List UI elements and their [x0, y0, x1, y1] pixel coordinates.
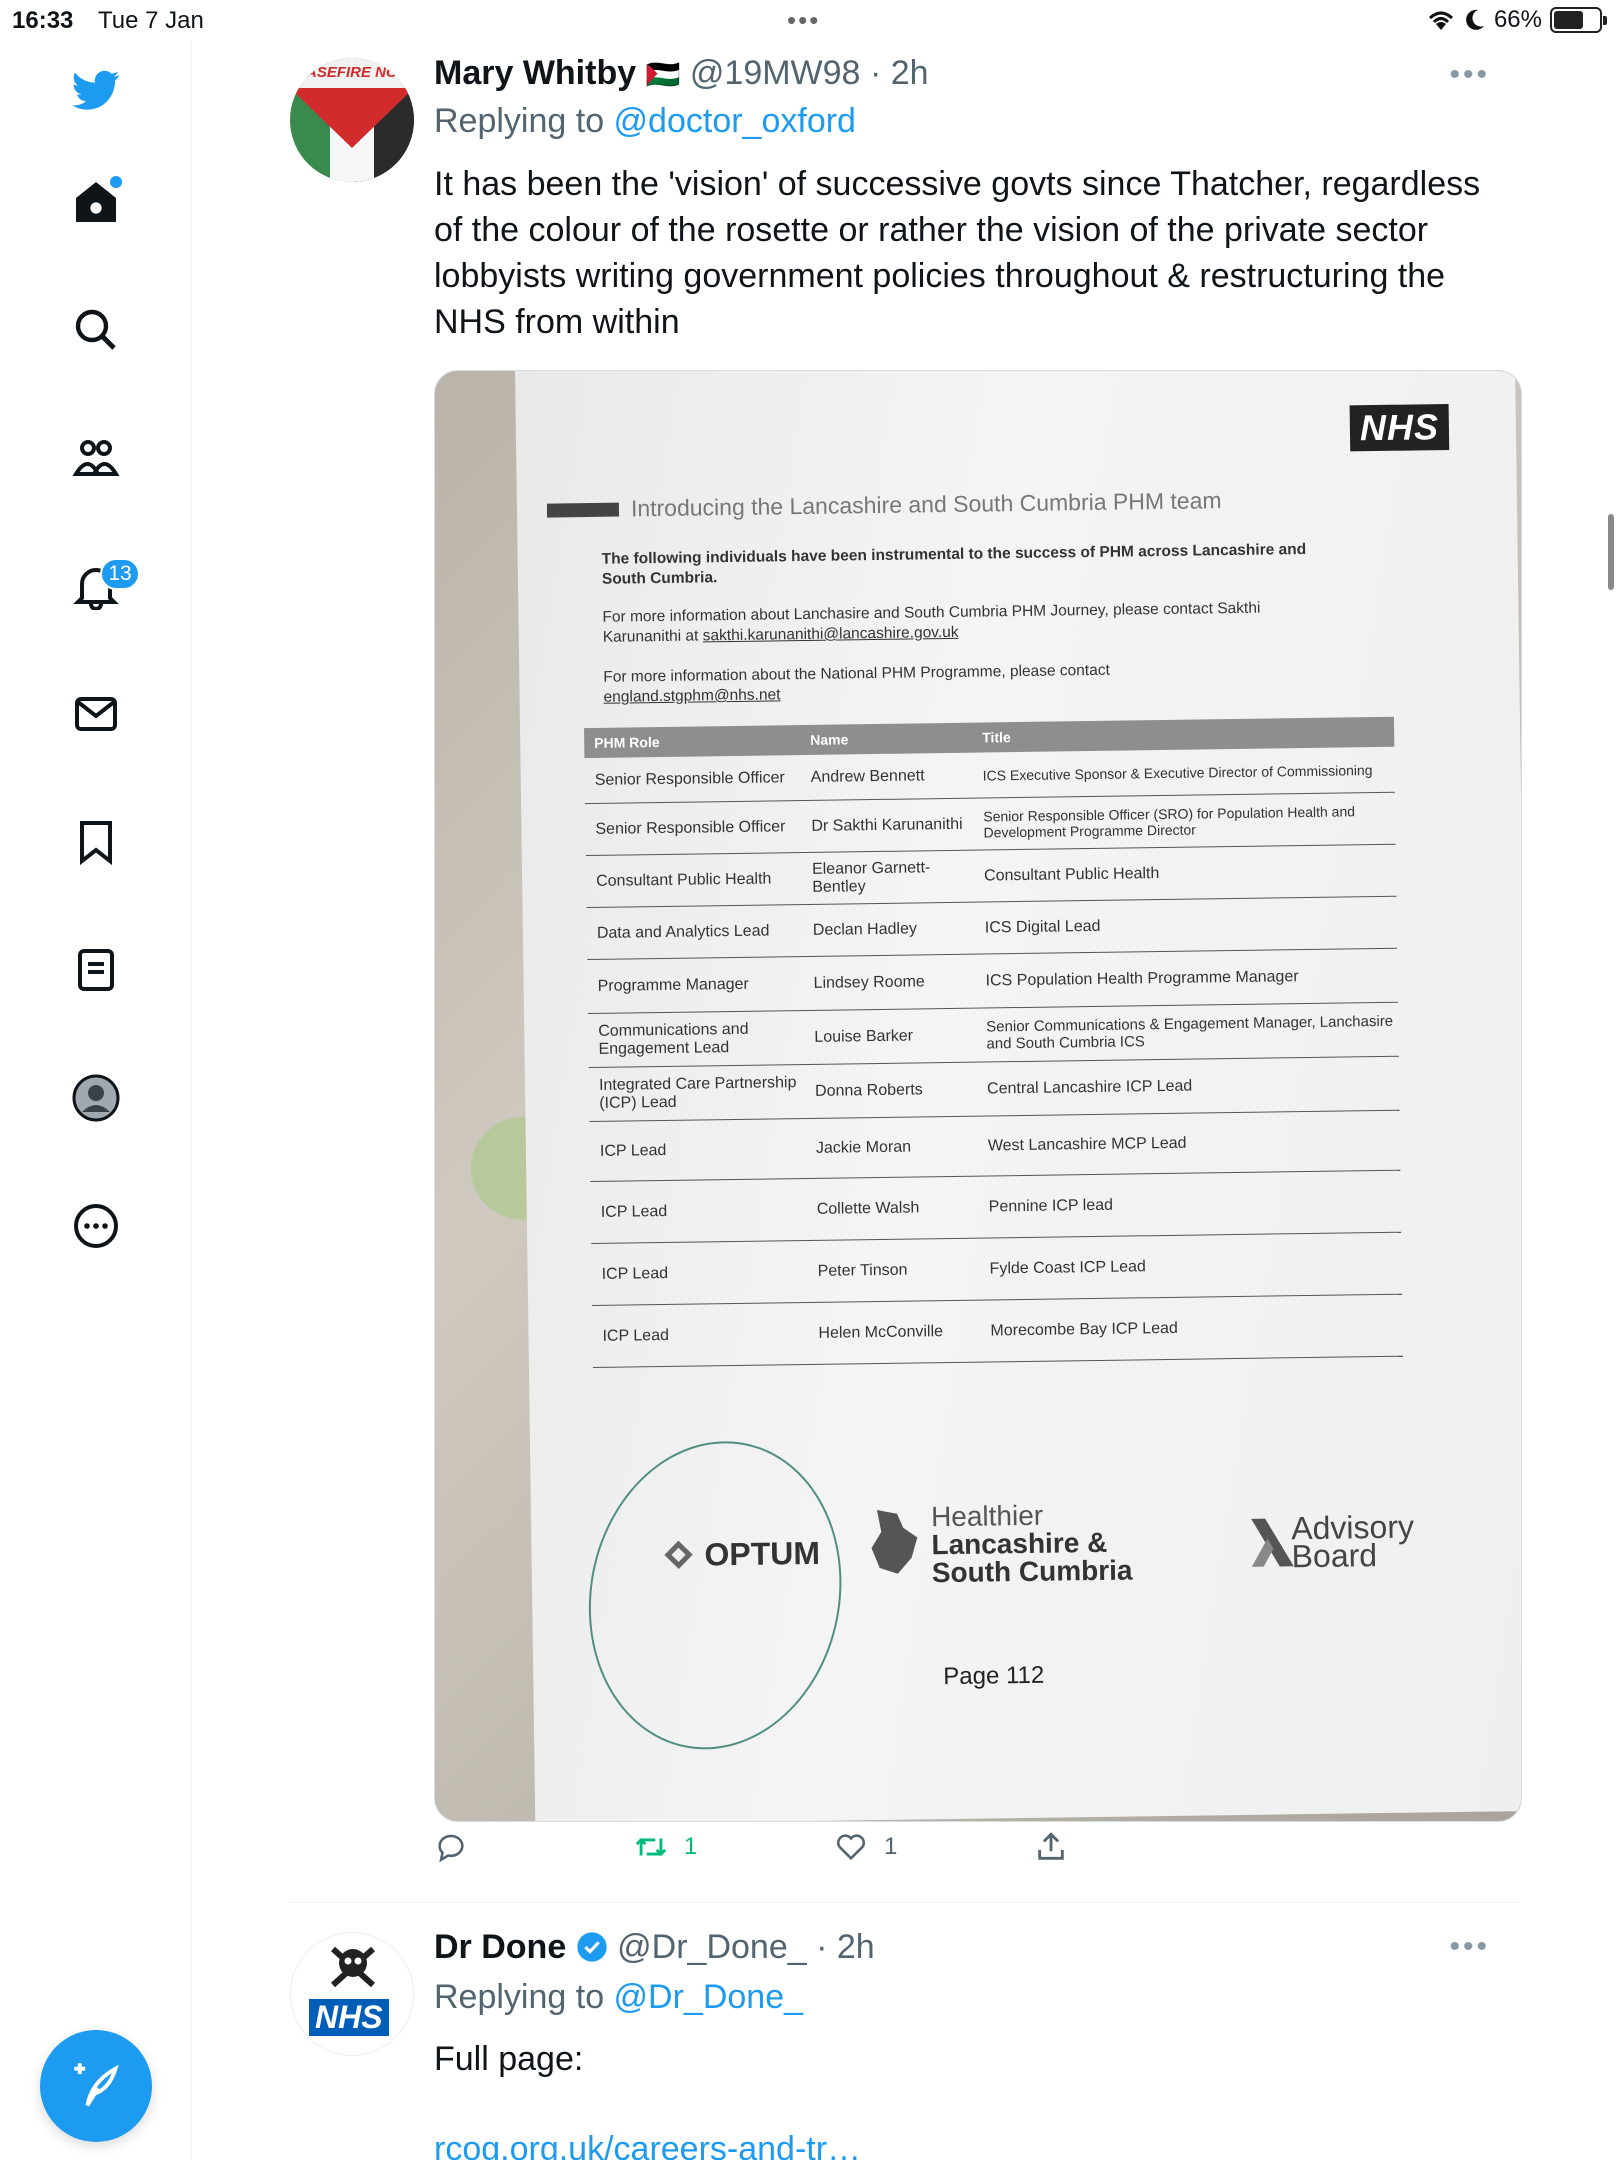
document-logos: OPTUM Healthier Lancashire & South Cumbr… — [531, 1418, 1521, 1772]
retweet-button[interactable]: 1 — [634, 1830, 697, 1864]
nav-messages[interactable] — [54, 672, 138, 756]
optum-logo: OPTUM — [661, 1535, 820, 1574]
tweet-link[interactable]: rcog.org.uk/careers-and-tr… — [434, 2126, 1504, 2160]
column-header-name: Name — [810, 731, 849, 748]
nhs-logo: NHS — [1349, 403, 1450, 452]
replying-to-link[interactable]: @doctor_oxford — [614, 102, 856, 140]
home-unread-dot — [110, 176, 122, 188]
compose-tweet-button[interactable] — [40, 2030, 152, 2142]
share-icon — [1038, 1832, 1064, 1860]
reply-icon — [438, 1834, 464, 1863]
document-heading: Introducing the Lancashire and South Cum… — [546, 487, 1222, 523]
table-row: ICP Lead Peter Tinson Fylde Coast ICP Lead — [591, 1232, 1403, 1307]
tweet-time[interactable]: · 2h — [816, 1928, 875, 1966]
table-row: ICP Lead Collette Walsh Pennine ICP lead — [590, 1170, 1402, 1245]
list-icon — [78, 949, 114, 991]
battery-level — [1554, 11, 1584, 29]
tweet-text: Full page: — [434, 2040, 584, 2078]
author-handle[interactable]: @Dr_Done_ — [617, 1928, 807, 1966]
nav-home[interactable] — [54, 160, 138, 244]
status-right: 66% — [1426, 6, 1607, 34]
avatar[interactable]: NHS — [290, 1932, 414, 2056]
nav-explore[interactable] — [54, 288, 138, 372]
column-header-role: PHM Role — [594, 734, 660, 751]
like-count: 1 — [884, 1833, 898, 1860]
avatar-banner-text: ASEFIRE NC — [306, 64, 397, 81]
reply-button[interactable] — [434, 1830, 468, 1864]
moon-icon — [1466, 9, 1484, 30]
column-header-title: Title — [982, 729, 1011, 746]
status-bar: 16:33 Tue 7 Jan ••• 66% — [0, 0, 1620, 40]
tweet-text: It has been the 'vision' of successive g… — [434, 165, 1481, 341]
document-heading-text: Introducing the Lancashire and South Cum… — [630, 487, 1222, 522]
tweet-header: Mary Whitby 🇵🇸 @19MW98 · 2h — [434, 54, 929, 93]
skull-crossbones-icon — [330, 1946, 376, 1988]
table-row: ICP Lead Jackie Moran West Lancashire MCP … — [589, 1110, 1401, 1183]
avatar[interactable]: ASEFIRE NC — [290, 58, 414, 182]
compose-feather-icon — [74, 2063, 119, 2107]
battery-icon — [1550, 7, 1607, 33]
wifi-icon — [1428, 11, 1453, 30]
retweet-icon — [635, 1837, 667, 1857]
notifications-badge: 13 — [100, 558, 140, 590]
mail-icon — [75, 697, 117, 731]
twitter-logo-icon[interactable] — [54, 48, 138, 132]
status-time: 16:33 — [12, 7, 74, 34]
nav-profile[interactable] — [54, 1056, 138, 1140]
share-button[interactable] — [1034, 1830, 1068, 1864]
green-pen-circle — [562, 1418, 868, 1772]
more-options-icon[interactable]: ••• — [1449, 58, 1490, 92]
tweet-header: Dr Done @Dr_Done_ · 2h — [434, 1928, 875, 1967]
nav-communities[interactable] — [54, 416, 138, 500]
document-page: NHS Introducing the Lancashire and South… — [515, 371, 1521, 1821]
search-icon — [75, 309, 116, 350]
scrollbar[interactable] — [1608, 514, 1614, 590]
communities-icon — [72, 440, 120, 476]
replying-prefix: Replying to — [434, 102, 614, 140]
tweet-actions: 1 1 — [434, 1830, 1334, 1880]
profile-avatar-icon — [72, 1074, 120, 1122]
document-para-2: For more information about Lanchasire an… — [602, 599, 1261, 646]
like-button[interactable]: 1 — [834, 1830, 897, 1864]
replying-prefix: Replying to — [434, 1978, 614, 2016]
table-row: ICP Lead Helen McConville Morecombe Bay IC… — [592, 1294, 1403, 1369]
replying-to: Replying to @Dr_Done_ — [434, 1978, 803, 2017]
battery-percent: 66% — [1493, 6, 1542, 33]
document-para-1: The following individuals have been inst… — [601, 540, 1307, 588]
tweet-divider — [290, 1902, 1520, 1903]
tweet-time[interactable]: · 2h — [870, 54, 929, 92]
replying-to-link[interactable]: @Dr_Done_ — [614, 1978, 804, 2016]
author-name[interactable]: Dr Done — [434, 1928, 566, 1966]
author-name[interactable]: Mary Whitby — [434, 54, 636, 92]
nav-bookmarks[interactable] — [54, 800, 138, 884]
nav-lists[interactable] — [54, 928, 138, 1012]
advisory-board-logo: Advisory Board — [1251, 1509, 1414, 1574]
document-para-3: For more information about the National … — [603, 661, 1110, 706]
tweet-photo[interactable]: NHS Introducing the Lancashire and South… — [434, 370, 1522, 1822]
phm-team-table: PHM Role Name Title Senior Responsible O… — [584, 716, 1403, 1369]
nav-notifications[interactable]: 13 — [54, 544, 140, 628]
more-circle-icon — [74, 1204, 118, 1248]
twitter-ipad-screen: 16:33 Tue 7 Jan ••• 66% 13 ASEFIRE NC Ma… — [0, 0, 1620, 2160]
avatar-nhs-logo: NHS — [309, 1999, 389, 2036]
sidebar: 13 — [0, 40, 192, 2160]
author-handle[interactable]: @19MW98 — [690, 54, 861, 92]
healthier-lsc-logo: Healthier Lancashire & South Cumbria — [871, 1500, 1133, 1588]
replying-to: Replying to @doctor_oxford — [434, 102, 856, 141]
nav-more[interactable] — [54, 1184, 138, 1268]
verified-badge-icon — [577, 1932, 607, 1962]
retweet-count: 1 — [684, 1833, 698, 1860]
bookmark-icon — [80, 821, 112, 866]
status-date: Tue 7 Jan — [98, 7, 204, 34]
flag-emoji: 🇵🇸 — [645, 59, 681, 90]
more-options-icon[interactable]: ••• — [1449, 1930, 1490, 1964]
heart-icon — [836, 1834, 866, 1861]
page-number: Page 112 — [943, 1661, 1045, 1691]
multitasking-dots-icon[interactable]: ••• — [787, 5, 820, 36]
